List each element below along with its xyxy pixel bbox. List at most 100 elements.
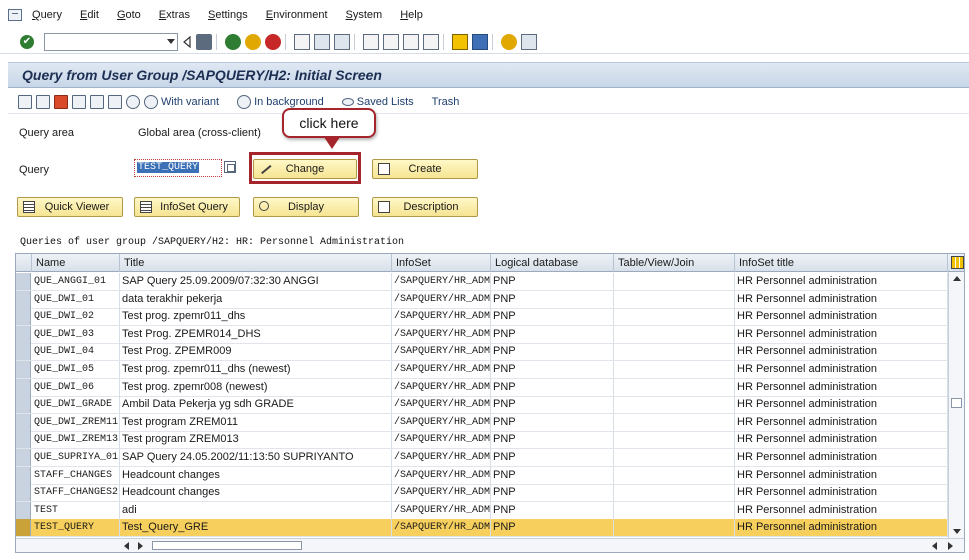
scroll-left-icon[interactable] — [124, 542, 129, 550]
table-row[interactable]: QUE_DWI_ZREM13 Test program ZREM013/SAPQU… — [16, 431, 948, 450]
copy-icon[interactable] — [36, 94, 50, 109]
last-page-icon[interactable] — [423, 33, 439, 50]
menu-help[interactable]: Help — [400, 9, 423, 21]
scroll-left-icon[interactable] — [932, 542, 937, 550]
execute-icon[interactable] — [54, 94, 68, 109]
rename-icon[interactable] — [90, 94, 104, 109]
enter-check-icon[interactable]: ✔ — [20, 34, 34, 49]
system-menu-icon[interactable] — [8, 9, 22, 21]
table-row[interactable]: QUE_DWI_05 Test prog. zpemr011_dhs (newes… — [16, 361, 948, 379]
table-row[interactable]: QUE_DWI_03 Test Prog. ZPEMR014_DHS/SAPQUE… — [16, 325, 948, 344]
command-field[interactable] — [44, 32, 178, 51]
saved-lists-button[interactable]: Saved Lists — [341, 96, 414, 108]
cancel-icon[interactable] — [265, 33, 281, 50]
create-button[interactable]: Create — [372, 159, 478, 179]
horizontal-scrollbar[interactable] — [16, 538, 964, 552]
menu-extras[interactable]: Extras — [159, 9, 190, 21]
query-input[interactable]: TEST_QUERY — [134, 159, 222, 177]
row-selector[interactable] — [16, 308, 31, 326]
row-selector[interactable] — [16, 290, 31, 308]
table-row[interactable]: QUE_DWI_01 data terakhir pekerja/SAPQUERY… — [16, 290, 948, 309]
column-header-title[interactable]: Title — [120, 254, 392, 272]
scroll-thumb[interactable] — [951, 398, 962, 408]
search-help-icon[interactable] — [224, 161, 236, 173]
chevron-down-icon[interactable] — [167, 38, 175, 44]
table-row[interactable]: QUE_DWI_04 Test Prog. ZPEMR009/SAPQUERY/H… — [16, 343, 948, 362]
infoset-query-button[interactable]: InfoSet Query — [134, 197, 240, 217]
change-layout-icon[interactable] — [951, 256, 964, 269]
table-row[interactable]: TEST_QUERY Test_Query_GRE/SAPQUERY/HR_ADM… — [16, 519, 948, 538]
first-page-icon[interactable] — [363, 33, 379, 50]
row-selector[interactable] — [16, 325, 31, 343]
select-all-cell[interactable] — [16, 254, 32, 272]
description-icon[interactable] — [108, 94, 122, 109]
table-row[interactable]: QUE_DWI_02 Test prog. zpemr011_dhs/SAPQUE… — [16, 308, 948, 327]
cell-logical-database: PNP — [491, 413, 614, 431]
row-selector[interactable] — [16, 413, 31, 431]
back-arrow-icon[interactable] — [182, 34, 192, 50]
row-selector[interactable] — [16, 361, 31, 378]
save-icon[interactable] — [196, 33, 212, 50]
column-header-infoset[interactable]: InfoSet — [392, 254, 491, 272]
execute-variant-icon[interactable] — [126, 94, 140, 109]
table-row[interactable]: STAFF_CHANGES2 Headcount changes/SAPQUERY… — [16, 484, 948, 503]
next-page-icon[interactable] — [403, 33, 419, 50]
row-selector[interactable] — [16, 396, 31, 414]
layout-menu-icon[interactable] — [521, 33, 537, 50]
table-icon — [23, 201, 35, 213]
row-selector[interactable] — [16, 501, 31, 519]
find-next-icon[interactable] — [334, 33, 350, 50]
in-background-button[interactable]: In background — [237, 94, 324, 109]
menu-settings[interactable]: Settings — [208, 9, 248, 21]
column-header-table-view-join[interactable]: Table/View/Join — [614, 254, 735, 272]
row-selector[interactable] — [16, 484, 31, 502]
other-user-group-icon[interactable] — [18, 94, 32, 109]
table-row[interactable]: QUE_ANGGI_01 SAP Query 25.09.2009/07:32:3… — [16, 273, 948, 291]
quick-viewer-button[interactable]: Quick Viewer — [17, 197, 123, 217]
column-header-logical-database[interactable]: Logical database — [491, 254, 614, 272]
row-selector[interactable] — [16, 431, 31, 449]
trash-button[interactable]: Trash — [432, 96, 460, 108]
row-selector[interactable] — [16, 343, 31, 361]
menu-environment[interactable]: Environment — [266, 9, 328, 21]
menu-edit[interactable]: Edit — [80, 9, 99, 21]
cell-table-view-join — [614, 290, 735, 308]
create-session-icon[interactable] — [452, 33, 468, 50]
print-icon[interactable] — [294, 33, 310, 50]
row-selector[interactable] — [16, 519, 31, 537]
table-row[interactable]: QUE_DWI_GRADE Ambil Data Pekerja yg sdh G… — [16, 396, 948, 415]
vertical-scrollbar[interactable] — [948, 272, 964, 538]
exit-icon[interactable] — [245, 33, 261, 50]
delete-icon[interactable] — [72, 94, 86, 109]
cell-logical-database: PNP — [491, 343, 614, 361]
column-header-infoset-title[interactable]: InfoSet title — [735, 254, 948, 272]
scroll-down-icon[interactable] — [953, 529, 961, 534]
help-icon[interactable] — [501, 33, 517, 50]
cell-name: QUE_DWI_ZREM11 — [32, 413, 120, 431]
with-variant-button[interactable]: With variant — [144, 94, 219, 109]
previous-page-icon[interactable] — [383, 33, 399, 50]
display-button[interactable]: Display — [253, 197, 359, 217]
table-row[interactable]: QUE_DWI_ZREM11 Test program ZREM011/SAPQU… — [16, 413, 948, 432]
shortcut-icon[interactable] — [472, 33, 488, 50]
back-icon[interactable] — [225, 33, 241, 50]
horizontal-scroll-thumb[interactable] — [152, 541, 302, 550]
row-selector[interactable] — [16, 273, 31, 290]
find-icon[interactable] — [314, 33, 330, 50]
table-row[interactable]: STAFF_CHANGES Headcount changes/SAPQUERY/… — [16, 466, 948, 485]
table-row[interactable]: QUE_SUPRIYA_01 SAP Query 24.05.2002/11:13… — [16, 449, 948, 467]
column-header-name[interactable]: Name — [32, 254, 120, 272]
row-selector[interactable] — [16, 449, 31, 466]
scroll-right-icon[interactable] — [948, 542, 953, 550]
row-selector[interactable] — [16, 466, 31, 484]
scroll-up-icon[interactable] — [953, 276, 961, 281]
menu-query[interactable]: Query — [32, 9, 62, 21]
menu-goto[interactable]: Goto — [117, 9, 141, 21]
table-row[interactable]: TEST adi/SAPQUERY/HR_ADM PNP HR Personnel a… — [16, 501, 948, 520]
scroll-right-icon[interactable] — [138, 542, 143, 550]
cell-infoset: /SAPQUERY/HR_ADM — [392, 501, 491, 519]
row-selector[interactable] — [16, 378, 31, 396]
menu-system[interactable]: System — [346, 9, 383, 21]
description-button[interactable]: Description — [372, 197, 478, 217]
table-row[interactable]: QUE_DWI_06 Test prog. zpemr008 (newest)/S… — [16, 378, 948, 397]
